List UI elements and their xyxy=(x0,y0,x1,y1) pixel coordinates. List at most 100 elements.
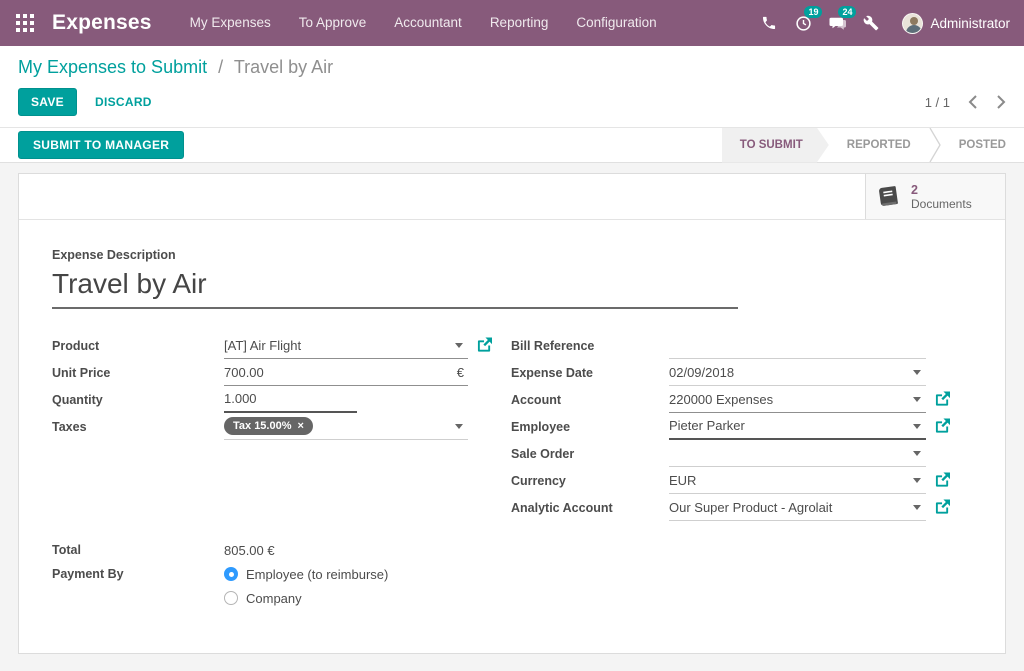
menu-to-approve[interactable]: To Approve xyxy=(285,0,381,46)
employee-input[interactable]: Pieter Parker xyxy=(669,413,926,440)
analytic-account-field-row: Analytic Account Our Super Product - Agr… xyxy=(511,494,956,521)
control-panel: My Expenses to Submit / Travel by Air SA… xyxy=(0,46,1024,128)
account-field-row: Account 220000 Expenses xyxy=(511,386,956,413)
account-dropdown-icon[interactable] xyxy=(913,397,921,402)
account-input[interactable]: 220000 Expenses xyxy=(669,386,926,413)
breadcrumb-parent-link[interactable]: My Expenses to Submit xyxy=(18,57,207,77)
expense-date-dropdown-icon[interactable] xyxy=(913,370,921,375)
product-label: Product xyxy=(52,332,224,359)
payment-option-company[interactable]: Company xyxy=(224,586,388,610)
radio-selected-icon[interactable] xyxy=(224,567,238,581)
chevron-right-icon xyxy=(996,95,1006,109)
payment-option-employee-label: Employee (to reimburse) xyxy=(246,567,388,582)
bill-reference-field-row: Bill Reference xyxy=(511,332,956,359)
button-box: 2 Documents xyxy=(19,174,1005,220)
product-external-link-icon[interactable] xyxy=(477,338,492,353)
status-steps: TO SUBMIT REPORTED POSTED xyxy=(722,128,1024,163)
pager-value: 1 / 1 xyxy=(925,95,950,110)
currency-suffix: € xyxy=(457,365,464,380)
menu-accountant[interactable]: Accountant xyxy=(380,0,476,46)
product-input[interactable]: [AT] Air Flight xyxy=(224,332,468,359)
step-reported[interactable]: REPORTED xyxy=(829,128,929,163)
analytic-account-input[interactable]: Our Super Product - Agrolait xyxy=(669,494,926,521)
analytic-account-dropdown-icon[interactable] xyxy=(913,505,921,510)
menu-my-expenses[interactable]: My Expenses xyxy=(176,0,285,46)
breadcrumb: My Expenses to Submit / Travel by Air xyxy=(18,57,1006,78)
phone-icon[interactable] xyxy=(752,0,786,46)
expense-date-label: Expense Date xyxy=(511,359,669,386)
employee-field-row: Employee Pieter Parker xyxy=(511,413,956,440)
grid-icon xyxy=(16,14,34,32)
systray: 19 24 Administrator xyxy=(752,0,1010,46)
total-value: 805.00 € xyxy=(224,543,275,558)
analytic-account-external-link-icon[interactable] xyxy=(935,500,950,515)
product-field-row: Product [AT] Air Flight xyxy=(52,332,502,359)
quantity-value: 1.000 xyxy=(224,386,357,413)
sale-order-dropdown-icon[interactable] xyxy=(913,451,921,456)
currency-label: Currency xyxy=(511,467,669,494)
messages-icon[interactable]: 24 xyxy=(820,0,854,46)
currency-field-row: Currency EUR xyxy=(511,467,956,494)
currency-external-link-icon[interactable] xyxy=(935,473,950,488)
taxes-label: Taxes xyxy=(52,413,224,440)
analytic-account-label: Analytic Account xyxy=(511,494,669,521)
pager-previous-button[interactable] xyxy=(968,95,978,109)
documents-label: Documents xyxy=(911,197,972,211)
wrench-glyph xyxy=(863,15,879,31)
total-row: Total 805.00 € xyxy=(52,538,972,562)
user-menu[interactable]: Administrator xyxy=(902,13,1010,34)
book-icon xyxy=(876,185,902,209)
currency-input[interactable]: EUR xyxy=(669,467,926,494)
unit-price-value: 700.00 xyxy=(224,365,264,380)
analytic-account-value: Our Super Product - Agrolait xyxy=(669,500,832,515)
menu-configuration[interactable]: Configuration xyxy=(562,0,670,46)
unit-price-input[interactable]: 700.00 € xyxy=(224,359,468,386)
tax-tag: Tax 15.00% × xyxy=(224,417,313,435)
expense-date-input[interactable]: 02/09/2018 xyxy=(669,359,926,386)
account-external-link-icon[interactable] xyxy=(935,392,950,407)
sale-order-label: Sale Order xyxy=(511,440,669,467)
product-dropdown-icon[interactable] xyxy=(455,343,463,348)
activities-icon[interactable]: 19 xyxy=(786,0,820,46)
form-view: 2 Documents Expense Description Travel b… xyxy=(0,163,1024,664)
phone-glyph xyxy=(761,15,777,31)
quantity-input[interactable]: 1.000 xyxy=(224,386,468,413)
account-value: 220000 Expenses xyxy=(669,392,773,407)
sale-order-field-row: Sale Order xyxy=(511,440,956,467)
employee-external-link-icon[interactable] xyxy=(935,418,950,433)
discard-button[interactable]: DISCARD xyxy=(95,95,152,109)
pager-next-button[interactable] xyxy=(996,95,1006,109)
menu-reporting[interactable]: Reporting xyxy=(476,0,563,46)
form-body: Expense Description Travel by Air Produc… xyxy=(19,220,1005,610)
statusbar: SUBMIT TO MANAGER TO SUBMIT REPORTED POS… xyxy=(0,128,1024,163)
payment-by-options: Employee (to reimburse) Company xyxy=(224,562,388,610)
unit-price-field-row: Unit Price 700.00 € xyxy=(52,359,502,386)
product-value: [AT] Air Flight xyxy=(224,338,301,353)
save-button[interactable]: SAVE xyxy=(18,88,77,116)
right-column: Bill Reference Expense Date 02/09/2018 xyxy=(511,332,956,521)
quantity-label: Quantity xyxy=(52,386,224,413)
submit-to-manager-button[interactable]: SUBMIT TO MANAGER xyxy=(18,131,184,159)
tax-tag-remove-icon[interactable]: × xyxy=(298,420,304,432)
currency-dropdown-icon[interactable] xyxy=(913,478,921,483)
step-posted[interactable]: POSTED xyxy=(941,128,1024,163)
payment-option-employee[interactable]: Employee (to reimburse) xyxy=(224,562,388,586)
top-navbar: Expenses My Expenses To Approve Accounta… xyxy=(0,0,1024,46)
step-to-submit[interactable]: TO SUBMIT xyxy=(722,128,829,163)
taxes-input[interactable]: Tax 15.00% × xyxy=(224,413,468,440)
expense-description-input[interactable]: Travel by Air xyxy=(52,266,738,309)
taxes-field-row: Taxes Tax 15.00% × xyxy=(52,413,502,440)
pager: 1 / 1 xyxy=(925,95,1006,110)
sale-order-input[interactable] xyxy=(669,440,926,467)
tools-icon[interactable] xyxy=(854,0,888,46)
documents-stat-button[interactable]: 2 Documents xyxy=(865,174,1005,219)
taxes-dropdown-icon[interactable] xyxy=(455,424,463,429)
apps-menu-icon[interactable] xyxy=(14,12,36,34)
quantity-field-row: Quantity 1.000 xyxy=(52,386,502,413)
main-menu: My Expenses To Approve Accountant Report… xyxy=(176,0,671,46)
left-column: Product [AT] Air Flight Unit Price xyxy=(52,332,502,521)
bill-reference-input[interactable] xyxy=(669,332,926,359)
radio-unselected-icon[interactable] xyxy=(224,591,238,605)
employee-dropdown-icon[interactable] xyxy=(913,424,921,429)
expense-description-label: Expense Description xyxy=(52,248,972,262)
